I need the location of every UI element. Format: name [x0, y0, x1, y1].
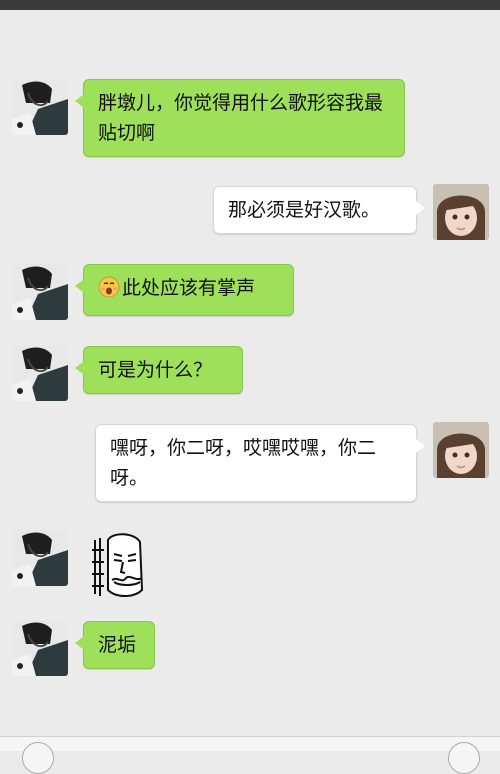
user-avatar[interactable] [433, 184, 489, 240]
contact-avatar-image [12, 345, 68, 401]
message-text: 泥垢 [98, 634, 137, 656]
contact-avatar-image [12, 530, 68, 586]
user-avatar-image [433, 184, 489, 240]
message-bubble-received[interactable]: 此处应该有掌声 [75, 264, 294, 316]
input-bar [0, 736, 500, 751]
message-text: 嘿呀，你二呀，哎嘿哎嘿，你二呀。 [110, 437, 377, 489]
contact-avatar-image [12, 79, 68, 135]
status-bar [0, 0, 500, 10]
message-bubble-sent[interactable]: 那必须是好汉歌。 [213, 186, 425, 234]
contact-avatar-image [12, 264, 68, 320]
user-avatar-image [433, 422, 489, 478]
contact-avatar[interactable] [12, 530, 68, 586]
contact-avatar[interactable] [12, 345, 68, 401]
contact-avatar[interactable] [12, 264, 68, 320]
message-text: 那必须是好汉歌。 [228, 199, 381, 221]
more-button[interactable] [448, 742, 480, 774]
message-text: 可是为什么？ [98, 359, 213, 381]
contact-avatar-image [12, 620, 68, 676]
message-text: 此处应该有掌声 [122, 277, 256, 299]
rage-face-sticker[interactable] [90, 532, 152, 604]
message-text: 胖墩儿，你觉得用什么歌形容我最贴切啊 [98, 92, 384, 144]
message-bubble-sent[interactable]: 嘿呀，你二呀，哎嘿哎嘿，你二呀。 [95, 424, 425, 502]
contact-avatar[interactable] [12, 620, 68, 676]
clapping-face-emoji [98, 276, 120, 307]
user-avatar[interactable] [433, 422, 489, 478]
message-bubble-received[interactable]: 胖墩儿，你觉得用什么歌形容我最贴切啊 [75, 79, 405, 157]
message-bubble-received[interactable]: 泥垢 [75, 621, 155, 669]
voice-button[interactable] [22, 742, 54, 774]
contact-avatar[interactable] [12, 79, 68, 135]
message-bubble-received[interactable]: 可是为什么？ [75, 346, 243, 394]
